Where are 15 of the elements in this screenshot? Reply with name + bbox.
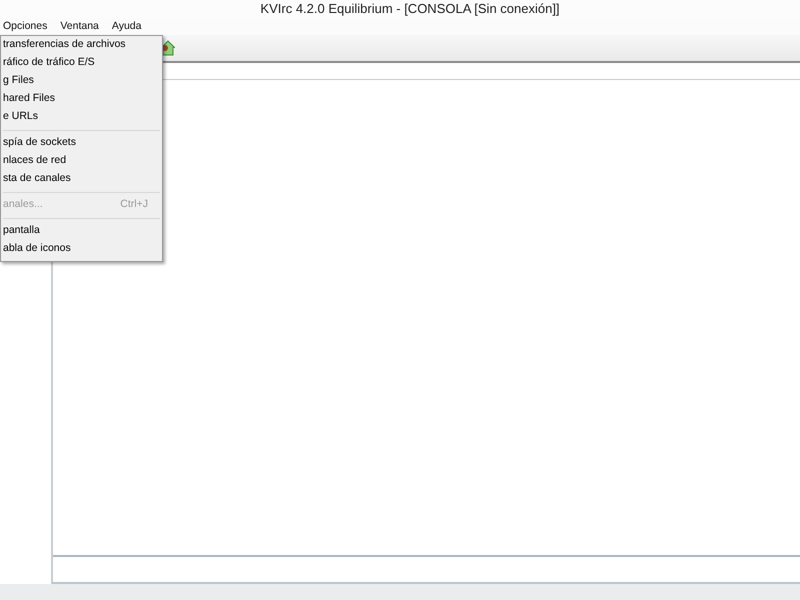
- window-title: KVIrc 4.2.0 Equilibrium - [CONSOLA [Sin conexión]]: [259, 1, 560, 17]
- menu-item[interactable]: pantalla: [1, 222, 162, 240]
- menu-item[interactable]: ráfico de tráfico E/S: [1, 54, 162, 72]
- menu-item[interactable]: g Files: [1, 72, 162, 90]
- menu-item[interactable]: abla de iconos: [1, 240, 162, 258]
- menu-bar-item[interactable]: Opciones: [0, 19, 52, 34]
- menu-item[interactable]: spía de sockets: [1, 134, 162, 152]
- menu-item[interactable]: nlaces de red: [1, 152, 162, 170]
- menu-bar-item[interactable]: Ventana: [57, 19, 104, 34]
- menu-item[interactable]: hared Files: [1, 90, 162, 108]
- menu-item[interactable]: e URLs: [1, 108, 162, 126]
- shortcut-label: Ctrl+J: [120, 197, 148, 212]
- menu-bar-item[interactable]: Ayuda: [108, 19, 146, 34]
- menu-item[interactable]: transferencias de archivos: [1, 36, 162, 54]
- menu-item[interactable]: sta de canales: [1, 170, 162, 188]
